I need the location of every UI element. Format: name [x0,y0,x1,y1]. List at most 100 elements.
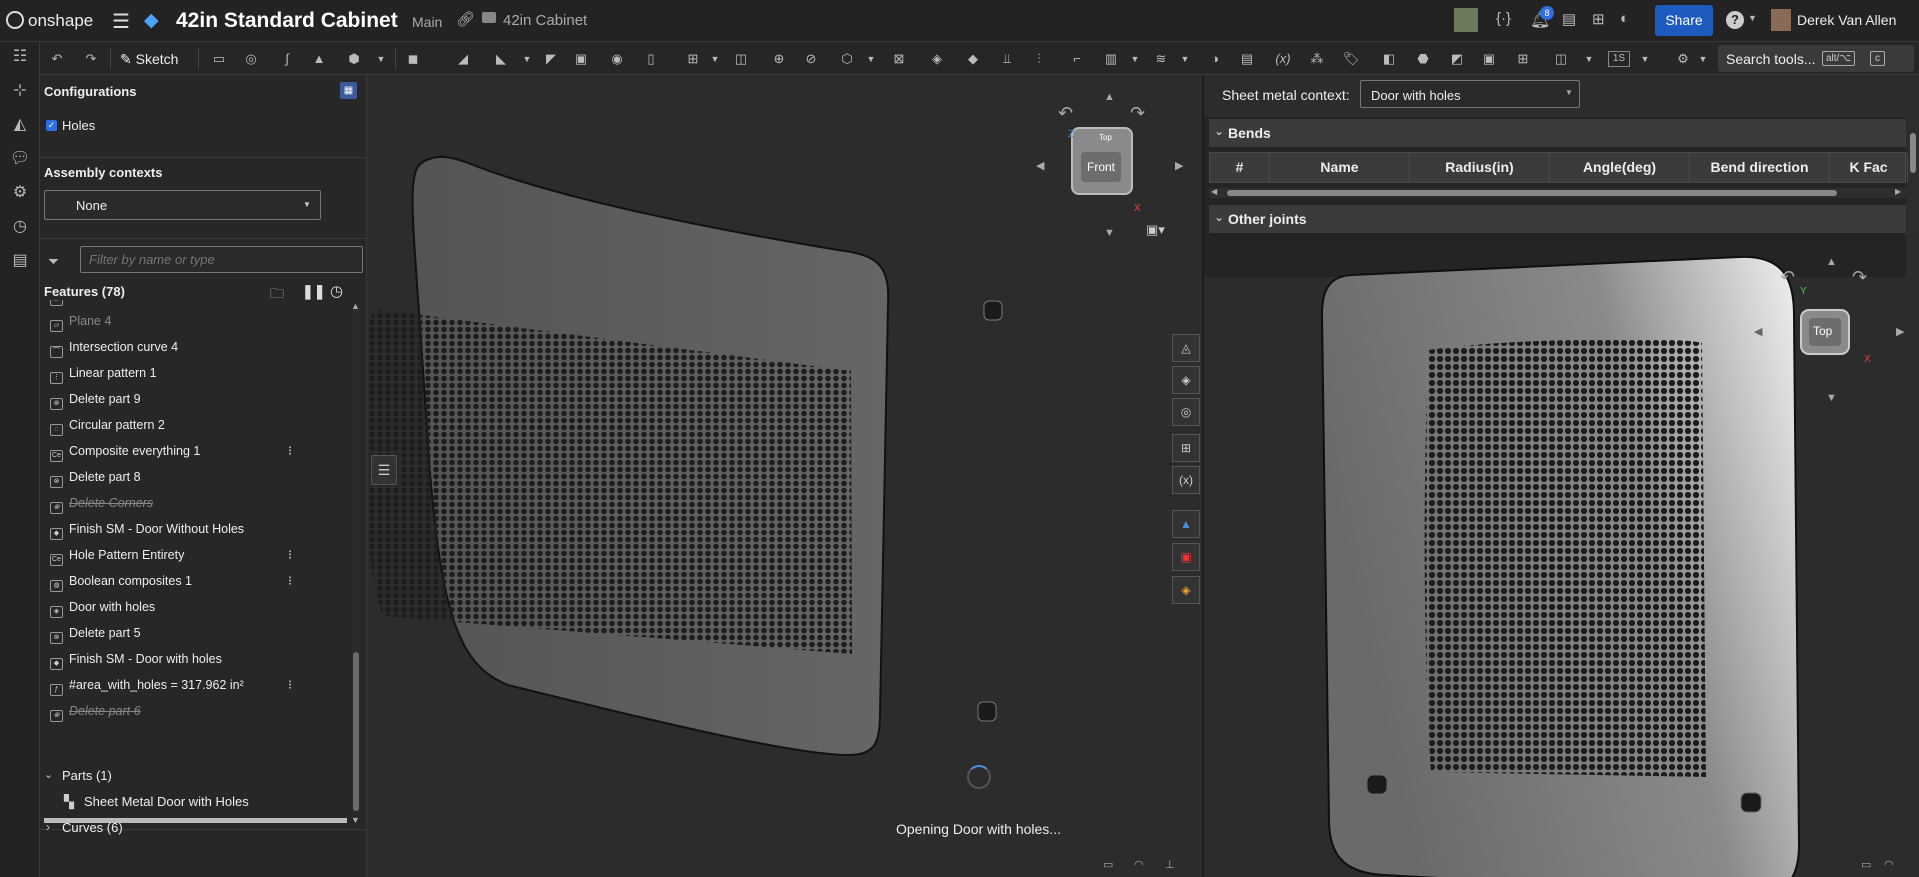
feature-options-icon[interactable]: ⁝ [288,574,292,588]
rip-tool-icon[interactable]: ≋ [1150,50,1172,68]
chevron-down-icon[interactable]: ▼ [1174,50,1196,68]
sketch-button[interactable]: ✎ Sketch [120,48,178,70]
feature-item[interactable]: ▱ Plane 4 [50,308,111,334]
custom-feature-4-icon[interactable]: ▣ [1478,50,1500,68]
parts-title[interactable]: Parts (1) [62,768,112,783]
variable-tool-icon[interactable]: (x) [1272,50,1294,68]
feature-options-icon[interactable]: ⁝ [288,548,292,562]
feature-item[interactable]: ◈ Door with holes [50,594,155,620]
app-2-icon[interactable]: ▣ [1172,543,1200,571]
feature-item[interactable]: ⊗ Delete Corners [50,490,153,516]
app-1-icon[interactable]: ▲ [1172,510,1200,538]
onshape-logo-icon[interactable] [6,11,24,29]
rollback-timer-icon[interactable]: ◷ [330,282,343,300]
feature-item[interactable]: ⊗ Delete part 5 [50,620,141,646]
custom-feature-icon[interactable]: ◧ [1378,50,1400,68]
chevron-down-icon[interactable]: ▼ [1692,50,1714,68]
feature-item[interactable]: ◆ Finish SM - Door with holes [50,646,222,672]
link-icon[interactable]: 🔗︎ [456,10,475,28]
render-mode-icon[interactable]: ◠ [1134,858,1144,871]
feature-options-icon[interactable]: ⁝ [288,678,292,692]
learning-icon[interactable]: ◐ [1620,10,1629,27]
document-title[interactable]: 42in Standard Cabinet [176,9,398,33]
avatar[interactable] [1771,9,1791,31]
plane-tool-icon[interactable]: ▭ [208,50,230,68]
rotate-right-icon[interactable]: ▶ [1896,325,1904,338]
view-options-icon[interactable]: ▣▾ [1146,222,1165,238]
sheet-metal-flat-icon[interactable]: ◬ [1172,334,1200,362]
user-thumbnail[interactable] [1454,8,1478,32]
app-3-icon[interactable]: ◈ [1172,576,1200,604]
chevron-down-icon[interactable]: ▼ [516,50,538,68]
finish-sheet-metal-tool-icon[interactable]: ◆ [962,50,984,68]
revolve-tool-icon[interactable]: ⬢ [343,50,365,68]
shell-tool-icon[interactable]: ▣ [570,50,592,68]
holes-checkbox[interactable]: ✓ [46,120,57,131]
thicken-tool-icon[interactable]: ▯ [640,50,662,68]
scrollbar-thumb[interactable] [353,652,359,811]
delete-part-tool-icon[interactable]: ⊠ [888,50,910,68]
feature-item[interactable]: ▱ Plane 3 [50,300,111,308]
rotate-ccw-icon[interactable]: ↶ [1780,267,1795,288]
part-name[interactable]: Sheet Metal Door with Holes [84,794,249,809]
insert-icon[interactable]: ⊹ [9,80,31,102]
settings-gear-icon[interactable]: ⚙ [1672,50,1694,68]
bom-icon[interactable]: ⊞ [1172,434,1200,462]
measure-icon[interactable]: ⊥ [1165,858,1175,871]
boolean-tool-icon[interactable]: ⊕ [768,50,790,68]
transform-tool-icon[interactable]: ⬡ [836,50,858,68]
variables-icon[interactable]: {·} [1496,10,1511,27]
section-view-icon[interactable]: ▭ [1103,858,1113,871]
feature-list-icon[interactable]: ☷ [9,46,31,68]
flat-pattern-view[interactable] [1204,75,1919,877]
section-view-icon[interactable]: ▭ [1861,858,1871,871]
feature-item[interactable]: ⋮ Linear pattern 1 [50,360,157,386]
measure-tool-icon[interactable]: ◑ [1204,50,1226,68]
mate-connector-tool-icon[interactable]: ⁂ [1306,50,1328,68]
extrude-tool-icon[interactable]: ▲ [308,50,330,68]
configuration-table-icon[interactable]: ▦ [340,82,357,99]
appearance-icon[interactable]: ◭ [9,114,31,136]
custom-feature-5-icon[interactable]: ⊞ [1512,50,1534,68]
rotate-ccw-icon[interactable]: ↶ [1058,103,1073,124]
door-with-holes-3d-model[interactable] [368,75,1201,877]
chamfer-tool-icon[interactable]: ◢ [452,50,474,68]
feature-item[interactable]: Ce Hole Pattern Entirety [50,542,184,568]
branch-label[interactable]: Main [412,14,442,30]
render-mode-icon[interactable]: ◠ [1884,858,1894,871]
custom-feature-6-icon[interactable]: ◫ [1550,50,1572,68]
units-selector[interactable]: 1S [1608,51,1630,67]
rotate-left-icon[interactable]: ◀ [1754,325,1762,338]
chevron-down-icon[interactable]: ▼ [704,50,726,68]
curve-tool-icon[interactable]: ∫ [276,50,298,68]
filter-input[interactable] [80,246,363,273]
comments-icon[interactable]: 💬︎ [9,148,31,170]
pause-icon[interactable]: ❚❚ [302,283,325,300]
hole-tool-icon[interactable]: ◉ [606,50,628,68]
feature-options-icon[interactable]: ⁝ [288,444,292,458]
table-tool-icon[interactable]: ▤ [1236,50,1258,68]
custom-feature-3-icon[interactable]: ◩ [1446,50,1468,68]
view-cube-label[interactable]: Front [1087,160,1115,174]
rotate-right-icon[interactable]: ▶ [1175,159,1183,172]
helix-tool-icon[interactable]: ◎ [240,50,262,68]
rotate-up-icon[interactable]: ▲ [1104,91,1115,103]
redo-icon[interactable]: ↷ [80,50,102,68]
chevron-down-icon[interactable]: ▼ [1578,50,1600,68]
feature-item[interactable]: ◆ Finish SM - Door Without Holes [50,516,244,542]
user-name[interactable]: Derek Van Allen [1797,12,1896,28]
tab-tool-icon[interactable]: ⫶ [1028,50,1050,68]
top-view-cube-label[interactable]: Top [1813,324,1832,338]
undo-icon[interactable]: ↶ [46,50,68,68]
rotate-left-icon[interactable]: ◀ [1036,159,1044,172]
rotate-cw-icon[interactable]: ↷ [1130,103,1145,124]
feature-item[interactable]: Ce Composite everything 1 [50,438,200,464]
sheet-metal-tool-icon[interactable]: ◈ [926,50,948,68]
curves-chevron-right-icon[interactable]: › [46,820,50,834]
feature-item[interactable]: ⊗ Delete part 9 [50,386,141,412]
chevron-down-icon[interactable]: ▼ [860,50,882,68]
search-tools-button[interactable]: Search tools... alt/⌥ c [1718,45,1914,72]
feature-item[interactable]: ◍ Boolean composites 1 [50,568,192,594]
feature-item[interactable]: ⌒ Intersection curve 4 [50,334,178,360]
curves-title[interactable]: Curves (6) [62,820,123,835]
